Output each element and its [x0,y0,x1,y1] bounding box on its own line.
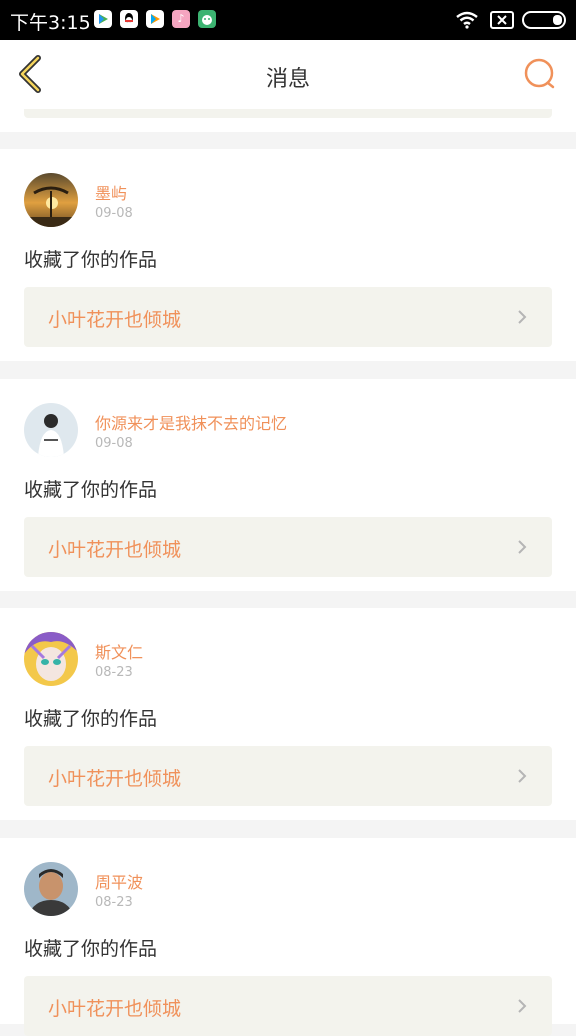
action-text: 收藏了你的作品 [24,938,158,960]
play-store-icon [94,10,112,28]
work-link[interactable]: 小叶花开也倾城 [24,746,552,806]
chevron-right-icon [518,999,527,1013]
frog-app-icon [198,10,216,28]
username[interactable]: 墨屿 [95,180,127,204]
action-text: 收藏了你的作品 [24,249,158,271]
action-text: 收藏了你的作品 [24,708,158,730]
message-date: 08-23 [95,895,133,910]
message-date: 09-08 [95,206,133,221]
avatar[interactable] [24,862,78,916]
search-icon [524,58,555,89]
avatar[interactable] [24,403,78,457]
work-title: 小叶花开也倾城 [48,998,182,1020]
status-bar: 下午3:15 ♪ [0,0,576,40]
username[interactable]: 你源来才是我抹不去的记忆 [95,410,287,434]
battery-icon [522,11,566,29]
video-play-icon [146,10,164,28]
work-link[interactable]: 小叶花开也倾城 [24,517,552,577]
message-card: 周平波 08-23 收藏了你的作品 小叶花开也倾城 [0,838,576,1036]
nav-bar: 消息 [0,40,576,110]
status-time: 下午3:15 [10,12,91,34]
chevron-right-icon [518,540,527,554]
previous-work-link-remnant [24,109,552,118]
qq-icon [120,10,138,28]
search-button[interactable] [522,56,558,92]
chevron-right-icon [518,310,527,324]
wifi-icon [456,11,478,29]
message-card: 你源来才是我抹不去的记忆 09-08 收藏了你的作品 小叶花开也倾城 [0,379,576,591]
action-text: 收藏了你的作品 [24,479,158,501]
avatar[interactable] [24,173,78,227]
username[interactable]: 斯文仁 [95,639,143,663]
work-title: 小叶花开也倾城 [48,539,182,561]
message-card: 墨屿 09-08 收藏了你的作品 小叶花开也倾城 [0,149,576,361]
work-link[interactable]: 小叶花开也倾城 [24,976,552,1036]
username[interactable]: 周平波 [95,869,143,893]
work-title: 小叶花开也倾城 [48,309,182,331]
chevron-right-icon [518,769,527,783]
work-title: 小叶花开也倾城 [48,768,182,790]
avatar[interactable] [24,632,78,686]
message-date: 08-23 [95,665,133,680]
message-card: 斯文仁 08-23 收藏了你的作品 小叶花开也倾城 [0,608,576,820]
music-app-icon: ♪ [172,10,190,28]
page-title: 消息 [265,67,310,92]
message-date: 09-08 [95,436,133,451]
work-link[interactable]: 小叶花开也倾城 [24,287,552,347]
no-sim-icon [490,11,514,29]
